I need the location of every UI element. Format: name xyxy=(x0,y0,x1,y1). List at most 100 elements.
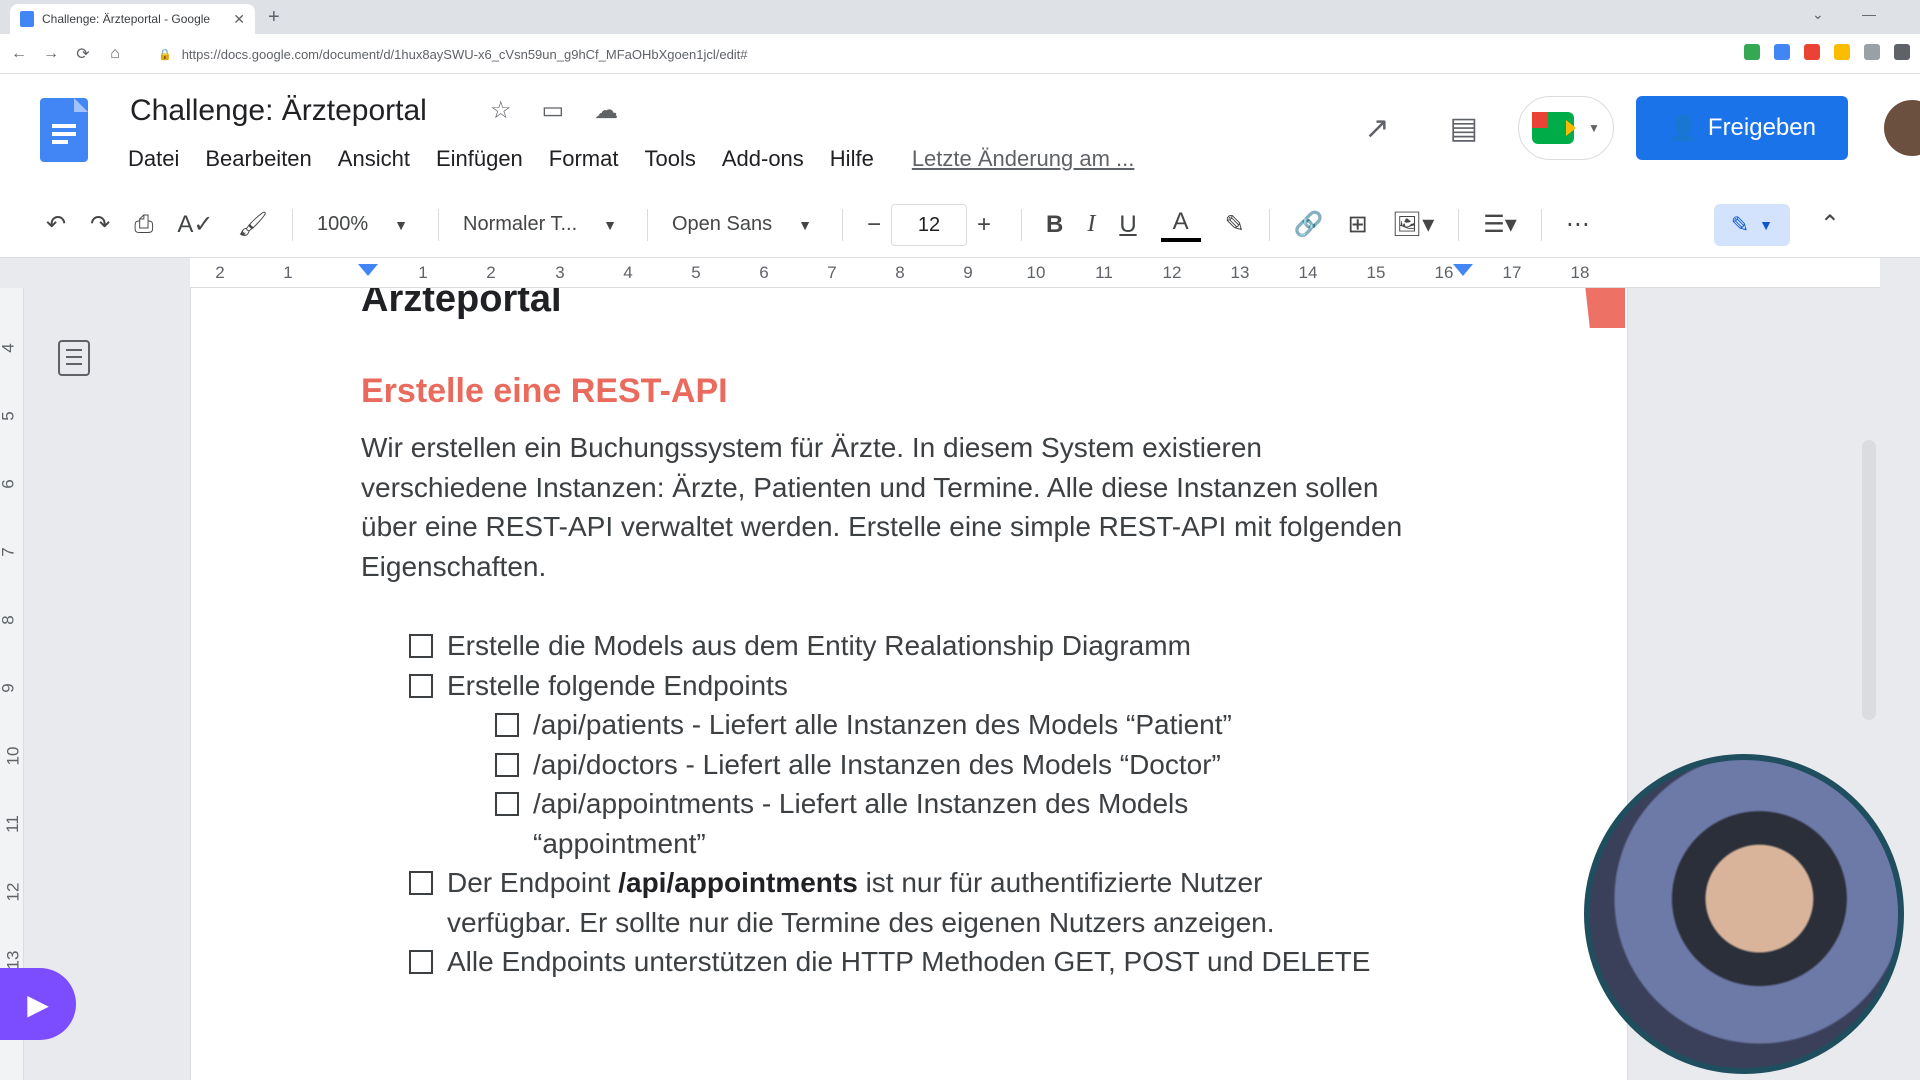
extensions-puzzle-icon[interactable] xyxy=(1864,44,1880,60)
ruler-tick: 18 xyxy=(1570,263,1590,282)
paragraph-style-select[interactable]: Normaler T... ▼ xyxy=(463,213,617,236)
right-indent-marker-icon[interactable] xyxy=(1453,264,1473,286)
checkbox[interactable] xyxy=(409,871,433,895)
document-page[interactable]: Ärzteportal Erstelle eine REST-API Wir e… xyxy=(190,288,1628,1080)
redo-icon[interactable]: ↷ xyxy=(90,210,110,239)
ruler-tick: 1 xyxy=(418,263,428,282)
spellcheck-icon[interactable]: A✓ xyxy=(177,210,213,239)
ruler-tick: 1 xyxy=(283,263,293,282)
intro-paragraph: Wir erstellen ein Buchungssystem für Ärz… xyxy=(361,432,1403,582)
menu-bearbeiten[interactable]: Bearbeiten xyxy=(205,146,311,172)
tab-title: Challenge: Ärzteportal - Google xyxy=(42,12,211,26)
webcam-overlay xyxy=(1584,754,1904,1074)
star-icon[interactable]: ☆ xyxy=(490,96,512,125)
lock-icon[interactable]: 🔒 xyxy=(158,48,172,61)
browser-tab[interactable]: Challenge: Ärzteportal - Google ✕ xyxy=(10,4,255,34)
chevron-down-icon: ▼ xyxy=(394,216,409,233)
bold-icon[interactable]: B xyxy=(1046,211,1063,239)
document-heading: Ärzteportal xyxy=(361,288,562,320)
docs-favicon-icon xyxy=(20,11,34,27)
checkbox[interactable] xyxy=(409,673,433,698)
paint-format-icon[interactable]: 🖌 xyxy=(238,210,268,239)
undo-icon[interactable]: ↶ xyxy=(46,210,66,239)
checkbox[interactable] xyxy=(409,950,433,974)
menu-addons[interactable]: Add-ons xyxy=(722,146,804,172)
document-title[interactable]: Challenge: Ärzteportal xyxy=(130,94,427,128)
document-outline-icon[interactable] xyxy=(58,340,90,376)
insert-image-icon[interactable]: 🖼▾ xyxy=(1392,210,1435,239)
cloud-status-icon[interactable]: ☁ xyxy=(594,96,618,125)
home-icon[interactable]: ⌂ xyxy=(102,45,128,63)
checklist-item: Erstelle die Models aus dem Entity Reala… xyxy=(409,626,1427,666)
tab-search-icon[interactable]: ⌄ xyxy=(1812,6,1824,23)
editing-mode-button[interactable]: ✎ ▼ xyxy=(1713,203,1790,246)
zoom-select[interactable]: 100% ▼ xyxy=(317,213,408,236)
last-edit-link[interactable]: Letzte Änderung am ... xyxy=(912,146,1135,172)
vertical-ruler: 4 5 6 7 8 9 10 11 12 13 xyxy=(0,288,24,1080)
ruler-tick: 9 xyxy=(963,263,973,282)
meet-dropdown-icon: ▼ xyxy=(1588,121,1600,135)
back-icon[interactable]: ← xyxy=(6,45,32,63)
ruler-tick: 11 xyxy=(1095,263,1113,282)
checkbox[interactable] xyxy=(495,792,519,816)
insert-link-icon[interactable]: 🔗 xyxy=(1294,210,1324,239)
extension-sync-icon[interactable] xyxy=(1774,44,1790,60)
add-comment-icon[interactable]: ⊞ xyxy=(1348,210,1368,239)
checkbox[interactable] xyxy=(495,752,519,777)
docs-logo-icon[interactable] xyxy=(40,98,88,162)
activity-trend-icon[interactable]: ↗ xyxy=(1365,111,1390,146)
comments-icon[interactable]: ▤ xyxy=(1450,111,1478,146)
collapse-menus-icon[interactable]: ⌃ xyxy=(1820,210,1840,239)
checklist-subitem: /api/patients - Liefert alle Instanzen d… xyxy=(495,705,1427,745)
extension-icons xyxy=(1744,44,1910,60)
move-folder-icon[interactable]: ▭ xyxy=(542,96,565,125)
scrollbar[interactable] xyxy=(1862,440,1876,720)
meet-floating-button[interactable]: ▶ xyxy=(0,968,76,1040)
extension-color-icon[interactable] xyxy=(1834,44,1850,60)
docs-header: Challenge: Ärzteportal ☆ ▭ ☁ Datei Bearb… xyxy=(0,74,1920,192)
highlight-icon[interactable]: ✎ xyxy=(1225,210,1245,239)
text-color-button[interactable]: A xyxy=(1160,208,1201,242)
menu-ansicht[interactable]: Ansicht xyxy=(338,146,410,172)
chevron-down-icon: ▼ xyxy=(603,216,617,233)
browser-tab-bar: Challenge: Ärzteportal - Google ✕ + ⌄ — xyxy=(0,0,1920,34)
reload-icon[interactable]: ⟳ xyxy=(70,44,96,64)
left-indent-marker-icon[interactable] xyxy=(358,264,378,286)
sidepanel-icon[interactable] xyxy=(1894,44,1910,60)
checkbox[interactable] xyxy=(495,713,519,737)
close-tab-icon[interactable]: ✕ xyxy=(233,11,245,28)
decorative-shape xyxy=(1585,288,1625,328)
print-icon[interactable]: ⎙ xyxy=(134,211,153,239)
vertical-ruler-tick: 4 xyxy=(0,343,18,353)
menu-hilfe[interactable]: Hilfe xyxy=(830,146,874,172)
extension-bug-icon[interactable] xyxy=(1804,44,1820,60)
forward-icon[interactable]: → xyxy=(38,45,64,63)
extension-shield-icon[interactable] xyxy=(1744,44,1760,60)
menu-format[interactable]: Format xyxy=(549,146,619,172)
horizontal-ruler[interactable]: 2 1 1 2 3 4 5 6 7 8 9 10 11 12 13 14 15 16 17 18 xyxy=(190,258,1880,288)
menu-tools[interactable]: Tools xyxy=(644,146,695,172)
align-icon[interactable]: ☰▾ xyxy=(1483,210,1517,239)
ruler-tick: 13 xyxy=(1230,263,1250,282)
minimize-icon[interactable]: — xyxy=(1862,6,1876,22)
ruler-tick: 12 xyxy=(1162,263,1182,282)
menu-datei[interactable]: Datei xyxy=(128,146,179,172)
title-actions: ☆ ▭ ☁ xyxy=(490,96,618,125)
font-size-field[interactable]: 12 xyxy=(890,203,967,246)
italic-icon[interactable]: I xyxy=(1087,211,1095,238)
share-button[interactable]: 👤 Freigeben xyxy=(1636,96,1848,160)
menu-einfuegen[interactable]: Einfügen xyxy=(436,146,523,172)
meet-camera-icon xyxy=(1532,112,1577,144)
ruler-tick: 8 xyxy=(895,263,905,282)
underline-icon[interactable]: U xyxy=(1119,211,1136,239)
decrease-font-size-icon[interactable]: − xyxy=(867,211,881,239)
url-field[interactable]: 🔒 https://docs.google.com/document/d/1hu… xyxy=(150,40,1480,68)
avatar[interactable] xyxy=(1884,100,1920,156)
vertical-ruler-tick: 6 xyxy=(0,479,18,489)
new-tab-icon[interactable]: + xyxy=(268,6,280,29)
meet-button[interactable]: ▼ xyxy=(1518,96,1614,160)
checkbox[interactable] xyxy=(409,634,433,658)
more-options-icon[interactable]: ⋯ xyxy=(1566,210,1590,239)
increase-font-size-icon[interactable]: + xyxy=(977,211,991,239)
font-select[interactable]: Open Sans ▼ xyxy=(672,213,812,236)
